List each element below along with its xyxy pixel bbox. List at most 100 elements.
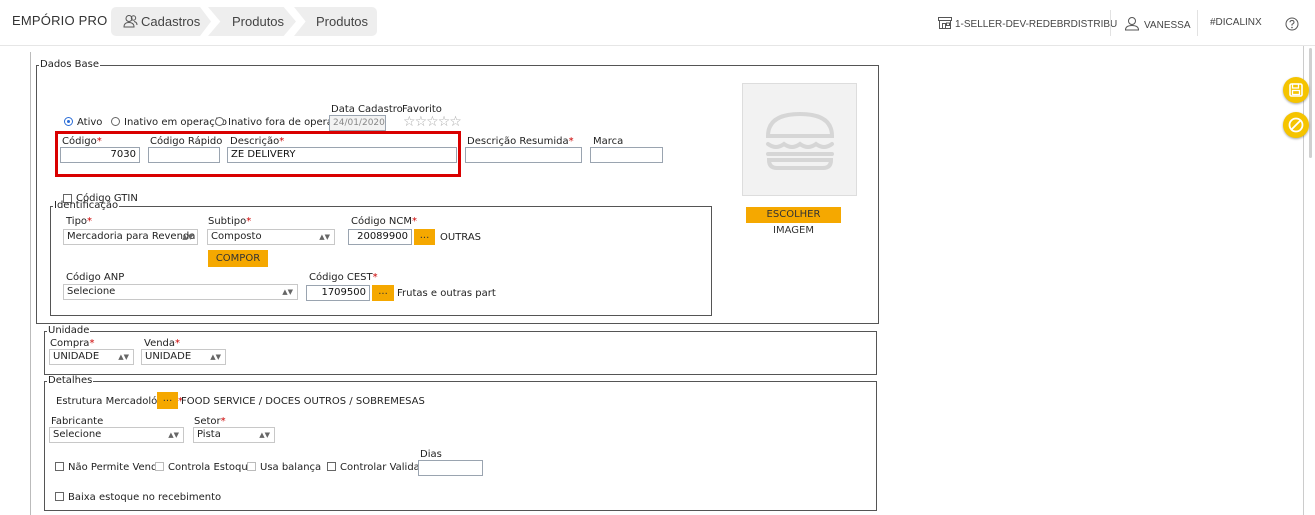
breadcrumb-produtos-current[interactable]: Produtos [294,7,377,36]
section-legend: Dados Base [40,59,100,70]
radio-label: Ativo [77,117,103,128]
help-icon [1285,17,1299,31]
star-icon[interactable]: ☆ [426,114,439,130]
select-value: UNIDADE [53,351,100,362]
radio-label: Inativo em operação [124,117,228,128]
top-bar: EMPÓRIO PRO Cadastros Produtos Produtos … [0,0,1315,46]
select-arrow-icon: ▲▼ [282,288,293,296]
setor-select[interactable]: Pista ▲▼ [193,427,275,443]
data-cadastro-label: Data Cadastro [331,104,403,115]
store-selector[interactable]: 1-SELLER-DEV-REDEBRDISTRIBU [937,16,1117,30]
select-value: Pista [197,429,221,440]
section-legend: Identificação [54,200,119,211]
select-value: Composto [211,231,262,242]
fabricante-label: Fabricante [51,416,104,427]
usa-balanca-checkbox [247,462,256,471]
venda-label: Venda* [144,338,181,349]
store-name: 1-SELLER-DEV-REDEBRDISTRIBU [955,19,1118,30]
breadcrumb-label: Cadastros [141,14,201,29]
anp-select[interactable]: Selecione ▲▼ [63,284,298,300]
select-arrow-icon: ▲▼ [118,353,129,361]
cancel-icon [1288,117,1304,133]
ncm-label: Código NCM* [351,216,417,227]
select-arrow-icon: ▲▼ [182,233,193,241]
star-icon[interactable]: ☆ [438,114,451,130]
tipo-select[interactable]: Mercadoria para Revenda ▲▼ [63,229,198,245]
section-legend: Unidade [48,325,90,336]
marca-label: Marca [593,136,624,147]
venda-select[interactable]: UNIDADE ▲▼ [141,349,226,365]
hashtag-link[interactable]: #DICALINX [1210,17,1262,28]
cest-description: Frutas e outras part [397,288,496,299]
checkbox-label: Não Permite Venda [68,462,164,473]
section-legend: Detalhes [48,375,93,386]
select-arrow-icon: ▲▼ [319,233,330,241]
anp-label: Código ANP [66,272,125,283]
compra-label: Compra* [50,338,95,349]
separator [1197,10,1198,36]
select-value: Selecione [53,429,102,440]
star-icon[interactable]: ☆ [403,114,416,130]
save-button[interactable] [1283,77,1309,103]
select-arrow-icon: ▲▼ [168,431,179,439]
marca-field[interactable] [590,147,663,163]
subtipo-label: Subtipo* [208,216,252,227]
breadcrumb-cadastros[interactable]: Cadastros [111,7,211,36]
burger-icon [765,111,835,170]
star-icon[interactable]: ☆ [415,114,428,130]
radio-ativo[interactable] [64,117,73,126]
save-icon [1289,83,1303,97]
ncm-search-button[interactable]: ... [414,229,435,245]
cest-field[interactable]: 1709500 [306,285,370,301]
dias-field[interactable] [418,460,483,476]
store-icon [938,17,952,29]
estrutura-search-button[interactable]: ... [157,392,178,409]
checkbox-label: Controla Estoque [168,462,254,473]
descricao-resumida-label: Descrição Resumida* [467,136,574,147]
breadcrumb-label: Produtos [316,14,369,29]
ncm-description: OUTRAS [440,232,482,243]
users-icon [123,15,138,28]
breadcrumb-label: Produtos [232,14,285,29]
help-button[interactable] [1285,17,1299,34]
app-title: EMPÓRIO PRO [12,13,108,28]
highlight-box [55,131,461,177]
select-arrow-icon: ▲▼ [259,431,270,439]
estrutura-value: FOOD SERVICE / DOCES OUTROS / SOBREMESAS [181,396,425,407]
panel-border-left [30,52,31,515]
radio-inativo-operacao[interactable] [111,117,120,126]
controlar-validade-checkbox[interactable] [327,462,336,471]
fabricante-select[interactable]: Selecione ▲▼ [49,427,184,443]
subtipo-select[interactable]: Composto ▲▼ [207,229,335,245]
controla-estoque-checkbox [155,462,164,471]
user-menu[interactable]: VANESSA [1124,16,1191,31]
user-name: VANESSA [1144,20,1191,31]
cancel-button[interactable] [1283,112,1309,138]
checkbox-label: Baixa estoque no recebimento [68,492,222,503]
escolher-imagem-button[interactable]: ESCOLHER IMAGEM [746,207,841,236]
breadcrumb-produtos[interactable]: Produtos [208,7,296,36]
data-cadastro-field: 24/01/2020 [329,115,386,131]
ncm-field[interactable]: 20089900 [348,229,412,245]
nao-permite-venda-checkbox[interactable] [55,462,64,471]
descricao-resumida-field[interactable] [465,147,582,163]
select-value: Selecione [67,286,116,297]
favorite-stars[interactable]: ☆☆☆☆☆ [403,114,462,130]
compra-select[interactable]: UNIDADE ▲▼ [49,349,134,365]
separator [1110,10,1111,36]
dias-label: Dias [420,449,442,460]
baixa-estoque-checkbox[interactable] [55,492,64,501]
select-value: UNIDADE [145,351,192,362]
tipo-label: Tipo* [66,216,93,227]
radio-inativo-fora-operacao[interactable] [215,117,224,126]
select-value: Mercadoria para Revenda [67,231,196,242]
select-arrow-icon: ▲▼ [210,353,221,361]
checkbox-label: Usa balança [260,462,322,473]
product-image [742,83,857,196]
scrollbar-thumb[interactable] [1309,48,1312,158]
compor-button[interactable]: COMPOR [208,250,268,267]
cest-label: Código CEST* [309,272,378,283]
cest-search-button[interactable]: ... [372,285,394,301]
user-icon [1124,17,1140,31]
star-icon[interactable]: ☆ [449,114,462,130]
